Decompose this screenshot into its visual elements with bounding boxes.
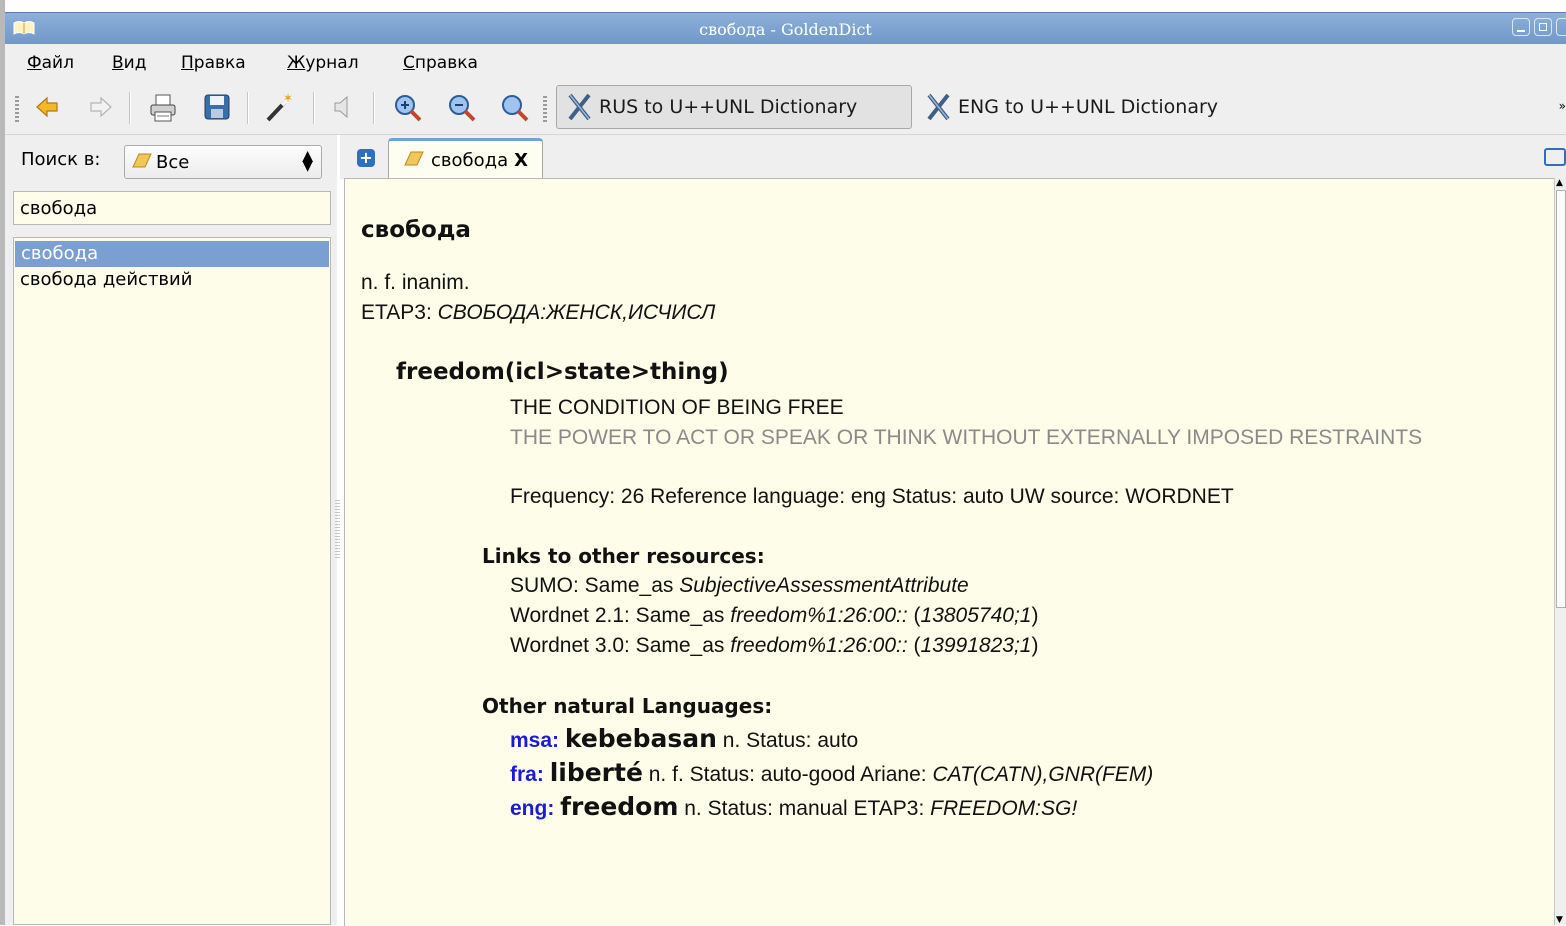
maximize-button[interactable] bbox=[1534, 18, 1552, 36]
link-row: Wordnet 3.0: Same_as freedom%1:26:00:: (… bbox=[510, 634, 1039, 657]
scroll-up-icon[interactable]: ▲ bbox=[1556, 178, 1563, 188]
zoom-reset-icon[interactable] bbox=[499, 92, 529, 122]
link-target[interactable]: freedom%1:26:00:: bbox=[730, 634, 907, 657]
language-word: freedom bbox=[560, 792, 679, 821]
link-row: Wordnet 2.1: Same_as freedom%1:26:00:: (… bbox=[510, 604, 1039, 627]
definition-2: THE POWER TO ACT OR SPEAK OR THINK WITHO… bbox=[510, 426, 1423, 449]
info-line: Frequency: 26 Reference language: eng St… bbox=[510, 485, 1234, 508]
speaker-icon[interactable] bbox=[329, 92, 359, 122]
link-target[interactable]: freedom%1:26:00:: bbox=[730, 604, 907, 627]
tab-label: свобода bbox=[431, 150, 509, 171]
definition-1: THE CONDITION OF BEING FREE bbox=[510, 396, 844, 419]
zoom-in-icon[interactable] bbox=[392, 92, 422, 122]
search-pane: Поиск в: Все ▲▼ свобода свобода действий bbox=[5, 135, 337, 925]
tab-bar: + свобода X bbox=[340, 135, 1566, 180]
print-icon[interactable] bbox=[147, 92, 177, 122]
toolbar-overflow-icon[interactable]: » bbox=[1559, 99, 1566, 113]
language-row: fra: liberté n. f. Status: auto-good Ari… bbox=[510, 758, 1154, 787]
close-window-button[interactable] bbox=[1556, 18, 1566, 36]
dictionary-group-select[interactable]: Все ▲ ▼ bbox=[124, 145, 322, 179]
link-row: SUMO: Same_as SubjectiveAssessmentAttrib… bbox=[510, 574, 969, 597]
dictionary-eng-button[interactable]: ENG to U++UNL Dictionary bbox=[916, 85, 1230, 129]
article-view: свобода n. f. inanim. ETAP3: СВОБОДА:ЖЕН… bbox=[344, 178, 1557, 926]
window-title: свобода - GoldenDict bbox=[699, 20, 872, 39]
menu-help[interactable]: Справка bbox=[403, 53, 478, 73]
links-heading: Links to other resources: bbox=[482, 544, 765, 568]
zoom-out-icon[interactable] bbox=[446, 92, 476, 122]
menu-bar: Файл Вид Правка Журнал Справка bbox=[5, 44, 1566, 82]
universal-word: freedom(icl>state>thing) bbox=[396, 359, 729, 385]
headword: свобода bbox=[361, 217, 471, 243]
menu-file[interactable]: Файл bbox=[27, 53, 74, 73]
language-word: liberté bbox=[549, 758, 643, 787]
save-icon[interactable] bbox=[202, 92, 232, 122]
magic-wand-icon[interactable]: ✶ bbox=[263, 91, 293, 122]
language-row: msa: kebebasan n. Status: auto bbox=[510, 724, 859, 753]
open-tabs-list-button[interactable] bbox=[1544, 148, 1566, 166]
grammar-line: n. f. inanim. bbox=[361, 271, 470, 294]
menu-edit[interactable]: Правка bbox=[181, 53, 246, 73]
svg-text:✶: ✶ bbox=[283, 92, 293, 105]
language-code: fra: bbox=[510, 763, 544, 786]
toolbar-grip[interactable] bbox=[15, 96, 19, 122]
list-item[interactable]: свобода bbox=[15, 241, 329, 267]
languages-heading: Other natural Languages: bbox=[482, 694, 773, 718]
language-code: msa: bbox=[510, 729, 560, 752]
etap-line: ETAP3: СВОБОДА:ЖЕНСК,ИСЧИСЛ bbox=[361, 301, 716, 324]
language-code: eng: bbox=[510, 797, 555, 820]
close-tab-icon[interactable]: X bbox=[514, 150, 528, 171]
dictionary-icon bbox=[567, 92, 593, 122]
menu-view[interactable]: Вид bbox=[112, 53, 146, 73]
dictionary-icon bbox=[926, 92, 952, 122]
language-word: kebebasan bbox=[564, 724, 717, 753]
list-item[interactable]: свобода действий bbox=[14, 267, 330, 293]
dictionary-rus-button[interactable]: RUS to U++UNL Dictionary bbox=[556, 85, 912, 129]
word-list[interactable]: свобода свобода действий bbox=[13, 237, 331, 925]
title-bar[interactable]: свобода - GoldenDict bbox=[5, 12, 1566, 45]
toolbar: ✶ RUS to U++UNL Dictionary ENG to U++UNL… bbox=[5, 82, 1566, 135]
vertical-scrollbar[interactable]: ▲ ▼ bbox=[1554, 178, 1566, 925]
folder-icon bbox=[131, 151, 153, 174]
scrollbar-thumb[interactable] bbox=[1556, 190, 1566, 608]
new-tab-button[interactable]: + bbox=[357, 149, 375, 167]
back-arrow-icon[interactable] bbox=[33, 92, 63, 122]
forward-arrow-icon[interactable] bbox=[85, 92, 115, 122]
tab-article[interactable]: свобода X bbox=[388, 138, 543, 180]
splitter-handle[interactable] bbox=[335, 500, 340, 558]
updown-arrow-icon: ▲ ▼ bbox=[302, 148, 313, 174]
search-input[interactable] bbox=[13, 191, 331, 225]
menu-history[interactable]: Журнал bbox=[287, 53, 359, 73]
search-in-label: Поиск в: bbox=[21, 149, 101, 170]
link-target[interactable]: SubjectiveAssessmentAttribute bbox=[679, 574, 968, 597]
scroll-down-icon[interactable]: ▼ bbox=[1556, 915, 1563, 925]
language-row: eng: freedom n. Status: manual ETAP3: FR… bbox=[510, 792, 1078, 821]
minimize-button[interactable] bbox=[1512, 18, 1530, 36]
folder-icon bbox=[403, 149, 425, 172]
